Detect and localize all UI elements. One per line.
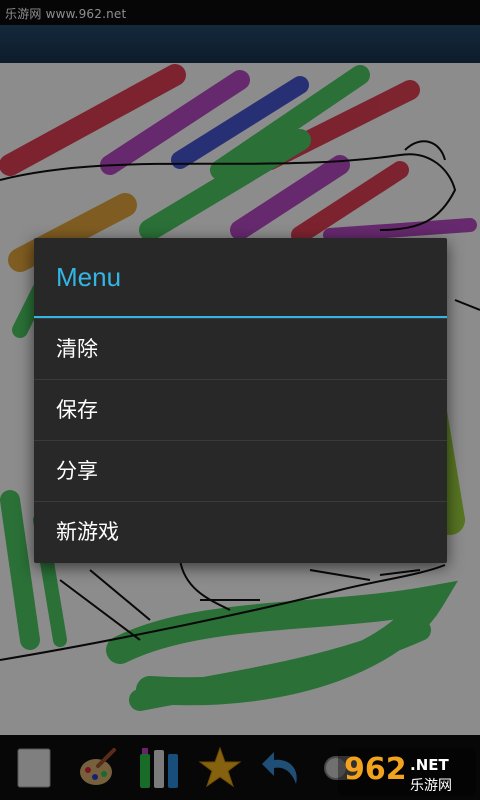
dialog-title: Menu (56, 262, 122, 292)
svg-text:.NET: .NET (410, 756, 449, 774)
962-net-logo: 962 .NET 乐游网 (338, 748, 476, 796)
menu-item-save[interactable]: 保存 (34, 379, 447, 440)
menu-item-share[interactable]: 分享 (34, 440, 447, 501)
svg-text:962: 962 (344, 752, 407, 787)
menu-item-new-game[interactable]: 新游戏 (34, 501, 447, 562)
menu-dialog: Menu 清除 保存 分享 新游戏 (34, 238, 447, 563)
menu-item-clear[interactable]: 清除 (34, 318, 447, 379)
svg-text:乐游网: 乐游网 (410, 778, 452, 794)
